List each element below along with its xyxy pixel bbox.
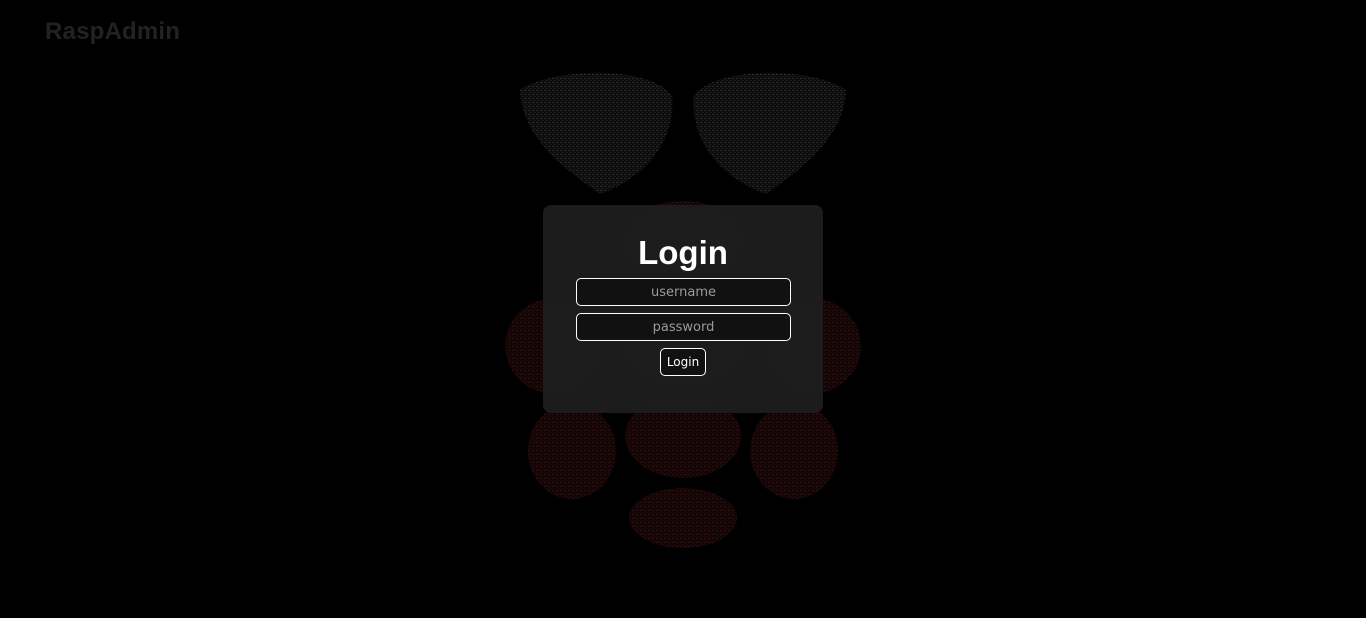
password-input[interactable] [576, 313, 791, 341]
login-title: Login [638, 234, 728, 271]
login-button[interactable]: Login [660, 348, 706, 376]
login-card: Login Login [543, 205, 823, 413]
left-leaf [520, 72, 673, 194]
berry-left-lower [528, 403, 616, 499]
right-leaf [693, 72, 846, 194]
username-input[interactable] [576, 278, 791, 306]
berry-bottom [629, 488, 737, 548]
berry-right-lower [750, 403, 838, 499]
brand-title: RaspAdmin [45, 18, 181, 45]
